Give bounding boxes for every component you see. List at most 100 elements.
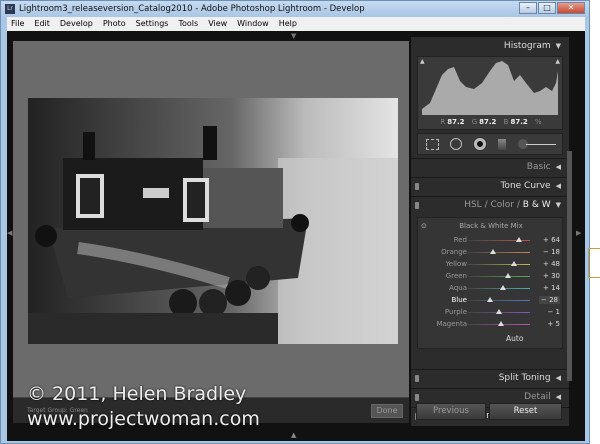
slider-value[interactable]: − 18 — [543, 248, 560, 256]
menu-tools[interactable]: Tools — [178, 19, 198, 31]
menu-settings[interactable]: Settings — [136, 19, 169, 31]
maximize-button[interactable]: □ — [538, 2, 556, 14]
slider-value[interactable]: + 48 — [543, 260, 560, 268]
slider-track[interactable] — [468, 276, 530, 277]
slider-value[interactable]: − 1 — [547, 308, 560, 316]
slider-knob[interactable] — [495, 309, 502, 314]
slider-value[interactable]: + 5 — [547, 320, 560, 328]
bw-slider-orange[interactable]: Orange − 18 — [418, 247, 564, 258]
done-button[interactable]: Done — [371, 404, 403, 418]
panel-switch-icon[interactable] — [415, 394, 419, 401]
bw-slider-blue[interactable]: Blue − 28 — [418, 295, 564, 306]
crop-tool-icon[interactable] — [426, 139, 439, 150]
split-toning-label: Split Toning — [498, 373, 551, 383]
background-window-outline — [588, 248, 600, 278]
slider-knob[interactable] — [487, 297, 494, 302]
slider-knob[interactable] — [515, 237, 522, 242]
shadow-clipping-icon[interactable]: ▲ — [420, 58, 425, 65]
basic-label: Basic — [526, 162, 551, 172]
slider-track[interactable] — [468, 252, 530, 253]
menu-window[interactable]: Window — [237, 19, 269, 31]
slider-track[interactable] — [468, 264, 530, 265]
background-window-edge — [590, 0, 600, 444]
slider-label: Aqua — [449, 284, 467, 292]
histogram-header[interactable]: Histogram ▼ — [504, 41, 561, 51]
slider-knob[interactable] — [497, 321, 504, 326]
expand-triangle-icon: ◀ — [555, 393, 561, 401]
slider-label: Purple — [444, 308, 467, 316]
bw-slider-purple[interactable]: Purple − 1 — [418, 307, 564, 318]
auto-button[interactable]: Auto — [506, 334, 523, 343]
spot-removal-icon[interactable] — [450, 138, 462, 150]
split-toning-section-header[interactable]: Split Toning ◀ — [411, 369, 569, 388]
slider-track[interactable] — [468, 288, 530, 289]
bw-slider-green[interactable]: Green + 30 — [418, 271, 564, 282]
panel-switch-icon[interactable] — [415, 202, 419, 209]
tab-separator: / — [516, 200, 520, 210]
menu-photo[interactable]: Photo — [103, 19, 126, 31]
slider-track[interactable] — [468, 300, 530, 301]
previous-button[interactable]: Previous — [416, 403, 486, 420]
menu-help[interactable]: Help — [279, 19, 297, 31]
title-bar: Lr Lightroom3_releaseversion_Catalog2010… — [1, 1, 589, 17]
menu-develop[interactable]: Develop — [60, 19, 93, 31]
slider-label: Yellow — [445, 260, 467, 268]
tone-curve-section-header[interactable]: Tone Curve ◀ — [411, 177, 569, 195]
left-panel-toggle-icon[interactable]: ◀ — [7, 229, 12, 237]
bw-slider-magenta[interactable]: Magenta + 5 — [418, 319, 564, 330]
watermark-url: www.projectwoman.com — [27, 408, 260, 430]
graduated-filter-icon[interactable] — [498, 139, 506, 150]
menu-view[interactable]: View — [208, 19, 227, 31]
panel-switch-icon[interactable] — [415, 375, 419, 382]
expand-triangle-icon: ◀ — [555, 374, 561, 382]
rgb-readout: R 87.2 G 87.2 B 87.2 % — [418, 118, 564, 126]
filmstrip-toggle-icon[interactable]: ▲ — [291, 431, 296, 439]
g-label: G — [471, 118, 478, 126]
slider-knob[interactable] — [505, 273, 512, 278]
menu-edit[interactable]: Edit — [34, 19, 50, 31]
slider-label: Red — [453, 236, 467, 244]
hsl-section-header[interactable]: HSL / Color / B & W ▼ — [411, 196, 569, 214]
menu-bar: File Edit Develop Photo Settings Tools V… — [7, 17, 585, 31]
tab-bw[interactable]: B & W — [523, 200, 551, 210]
top-panel-toggle-icon[interactable]: ▼ — [291, 32, 296, 40]
tab-hsl[interactable]: HSL — [464, 200, 482, 210]
tab-separator: / — [484, 200, 488, 210]
image-canvas[interactable] — [13, 41, 409, 397]
slider-value[interactable]: + 30 — [543, 272, 560, 280]
slider-value[interactable]: − 28 — [539, 296, 560, 304]
bw-slider-yellow[interactable]: Yellow + 48 — [418, 259, 564, 270]
reset-button[interactable]: Reset — [489, 403, 562, 420]
expand-triangle-icon: ◀ — [555, 163, 561, 171]
menu-file[interactable]: File — [11, 19, 24, 31]
histogram[interactable]: ▲ ▲ R 87.2 G 87.2 B 87.2 % — [417, 56, 563, 130]
collapse-triangle-icon: ▼ — [555, 201, 561, 209]
panel-scrollbar[interactable] — [567, 151, 572, 381]
slider-value[interactable]: + 14 — [543, 284, 560, 292]
basic-section-header[interactable]: Basic ◀ — [411, 158, 569, 176]
slider-knob[interactable] — [500, 285, 507, 290]
slider-value[interactable]: + 64 — [543, 236, 560, 244]
photo-boat — [28, 98, 398, 344]
percent-unit: % — [535, 118, 542, 126]
slider-knob[interactable] — [510, 261, 517, 266]
brush-line — [526, 144, 556, 145]
minimize-button[interactable]: – — [519, 2, 537, 14]
slider-label: Blue — [451, 296, 468, 304]
bw-mix-panel: ⊙ Black & White Mix Red + 64 Orange − 18 Y… — [417, 217, 563, 349]
highlight-clipping-icon[interactable]: ▲ — [555, 58, 560, 65]
panel-switch-icon[interactable] — [415, 183, 419, 190]
expand-triangle-icon: ◀ — [555, 182, 561, 190]
slider-label: Magenta — [436, 320, 467, 328]
watermark-copyright: © 2011, Helen Bradley — [27, 383, 247, 405]
bw-slider-aqua[interactable]: Aqua + 14 — [418, 283, 564, 294]
slider-knob[interactable] — [490, 249, 497, 254]
tool-strip — [417, 133, 563, 155]
bw-slider-red[interactable]: Red + 64 — [418, 235, 564, 246]
tab-color[interactable]: Color — [490, 200, 514, 210]
app-window: Lr Lightroom3_releaseversion_Catalog2010… — [0, 0, 590, 444]
right-panel-toggle-icon[interactable]: ▶ — [576, 229, 581, 237]
red-eye-icon[interactable] — [474, 138, 486, 150]
slider-label: Green — [445, 272, 467, 280]
close-button[interactable]: ✕ — [557, 2, 585, 14]
